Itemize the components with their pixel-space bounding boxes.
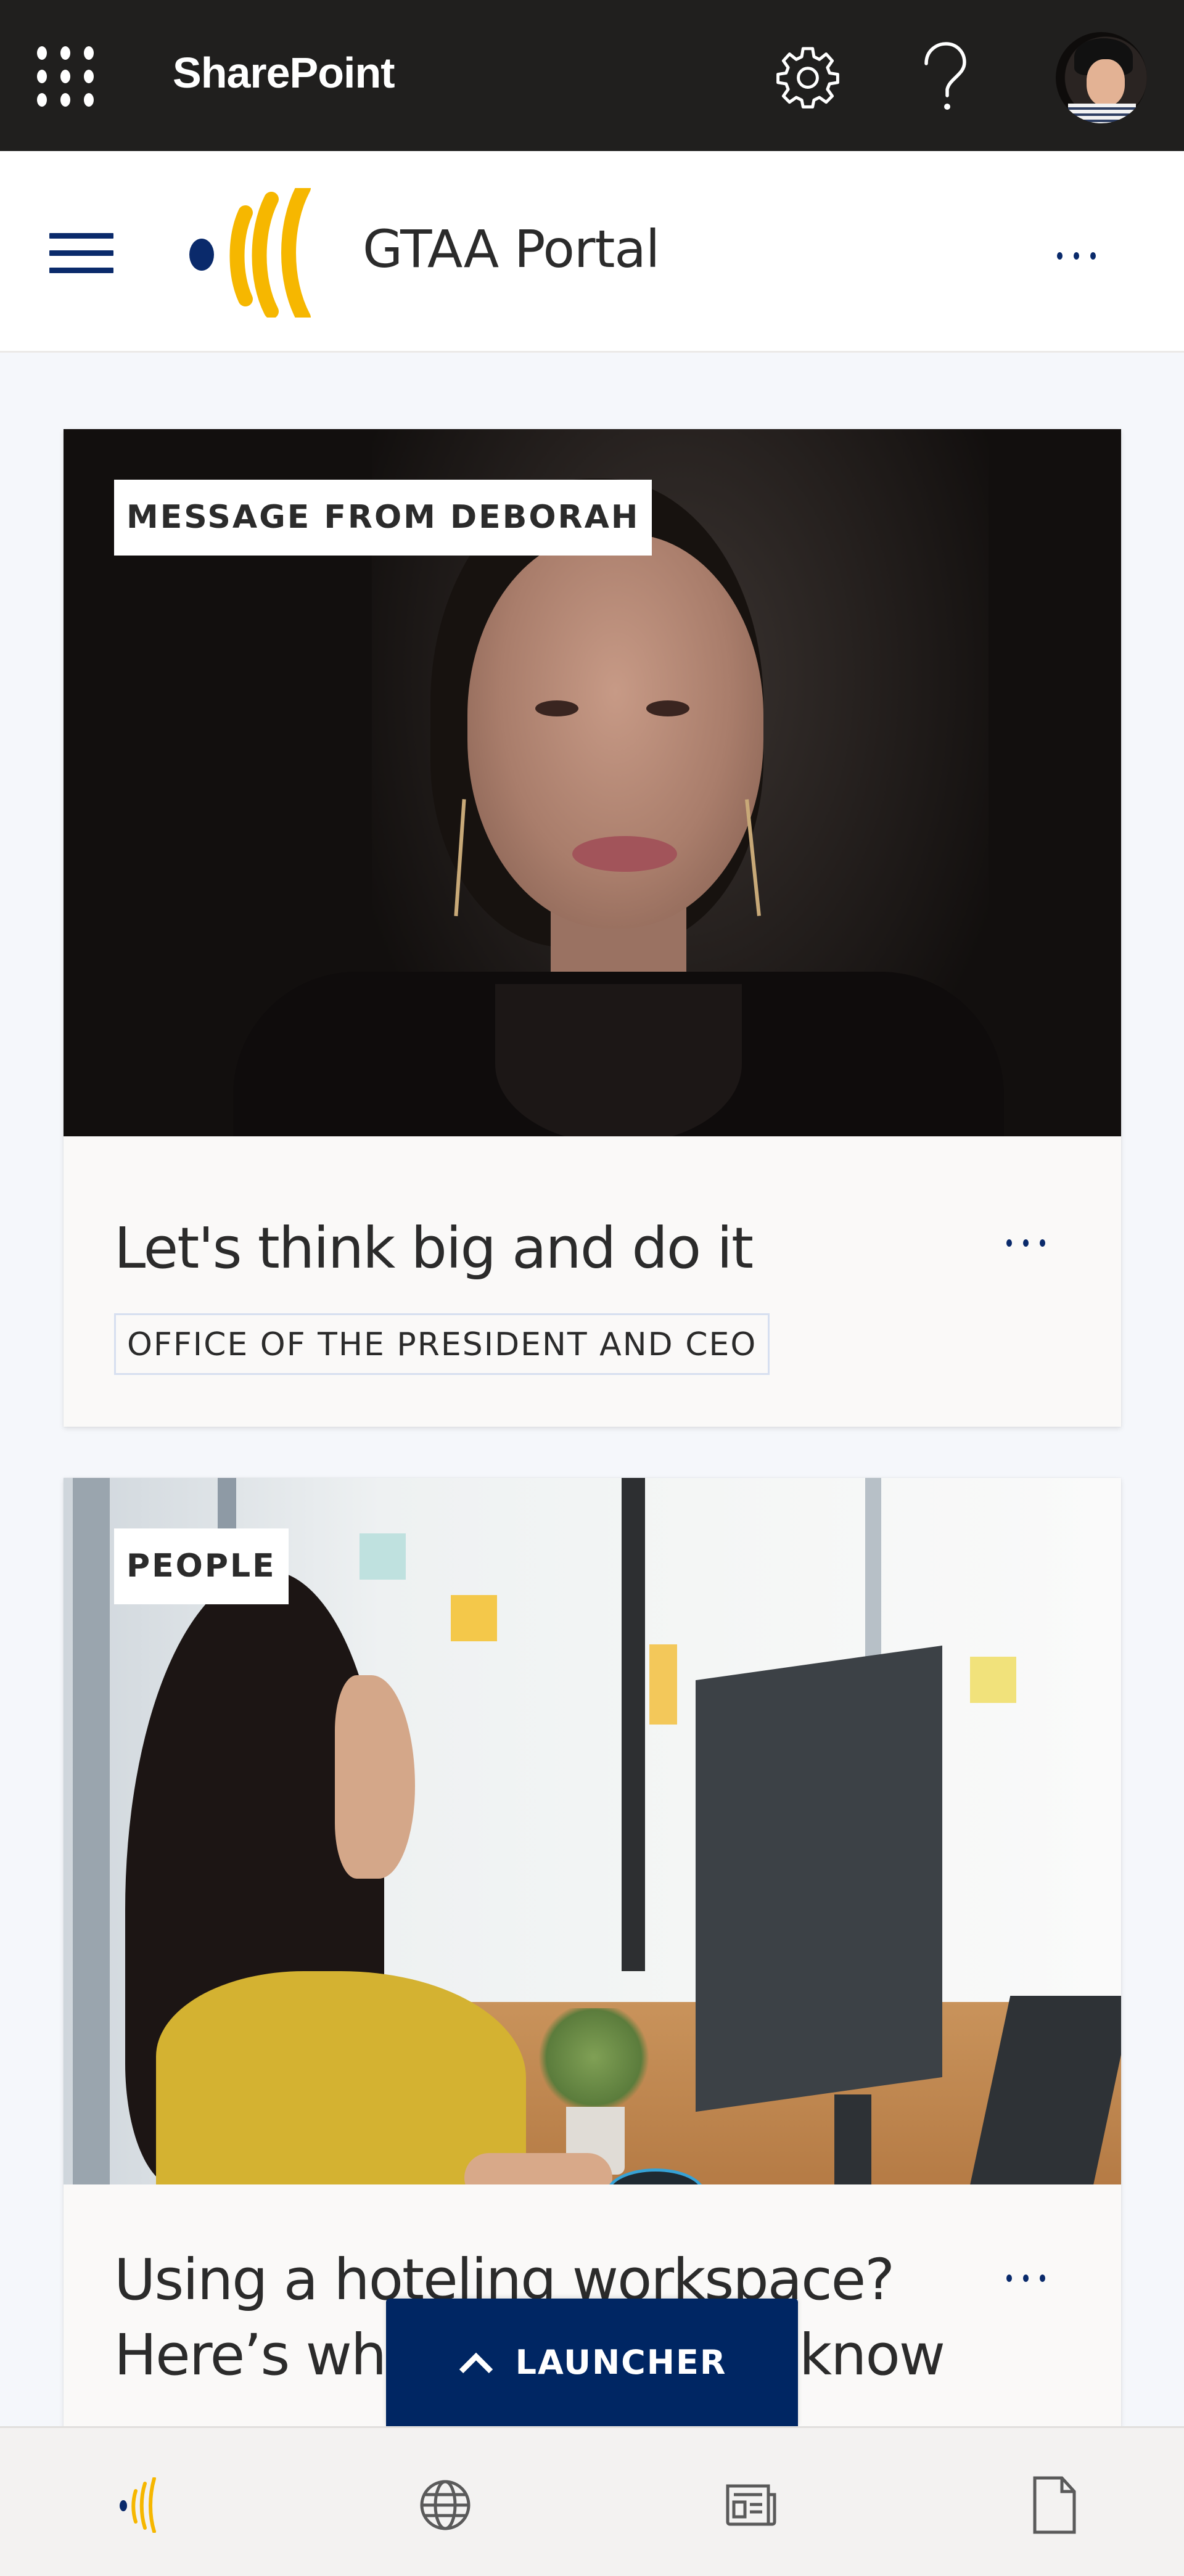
chevron-up-icon: [459, 2352, 493, 2373]
bottom-navigation: [0, 2426, 1184, 2576]
nav-files[interactable]: [1011, 2462, 1098, 2548]
app-name[interactable]: SharePoint: [173, 48, 395, 97]
office-desk-photo: PEOPLE: [64, 1478, 1121, 2184]
more-horizontal-icon: [1006, 1239, 1012, 1247]
newspaper-icon: [726, 2484, 776, 2526]
question-mark-icon: [924, 42, 966, 110]
user-avatar[interactable]: [1056, 32, 1147, 123]
category-label: PEOPLE: [114, 1528, 289, 1604]
news-card[interactable]: MESSAGE FROM DEBORAH Let's think big and…: [64, 429, 1121, 1427]
hamburger-icon: [49, 233, 113, 239]
nav-home[interactable]: [99, 2462, 185, 2548]
news-more-button[interactable]: [989, 2260, 1063, 2297]
more-horizontal-icon: [1006, 2275, 1012, 2282]
nav-news[interactable]: [707, 2462, 794, 2548]
portrait-photo: MESSAGE FROM DEBORAH: [64, 429, 1121, 1136]
nav-sites[interactable]: [402, 2462, 488, 2548]
launcher-button[interactable]: LAUNCHER: [386, 2299, 798, 2426]
navigation-menu-button[interactable]: [49, 233, 113, 273]
document-icon: [1033, 2476, 1076, 2534]
settings-button[interactable]: [774, 43, 842, 111]
waffle-icon: [37, 46, 47, 60]
gtaa-logo-icon: [189, 181, 311, 325]
topic-tag[interactable]: OFFICE OF THE PRESIDENT AND CEO: [114, 1313, 770, 1375]
site-title[interactable]: GTAA Portal: [363, 219, 660, 279]
launcher-label: LAUNCHER: [515, 2343, 727, 2382]
category-label: MESSAGE FROM DEBORAH: [114, 480, 652, 556]
news-title[interactable]: Let's think big and do it: [114, 1211, 977, 1286]
news-card[interactable]: PEOPLE Using a hoteling workspace? Here’…: [64, 1478, 1121, 2427]
help-button[interactable]: [913, 40, 974, 114]
suite-bar: SharePoint: [0, 0, 1184, 151]
globe-icon: [420, 2480, 471, 2530]
site-logo[interactable]: [185, 181, 321, 325]
gear-icon: [776, 47, 839, 109]
site-more-button[interactable]: [1042, 237, 1110, 274]
app-launcher-button[interactable]: [37, 46, 99, 108]
site-header: GTAA Portal: [0, 151, 1184, 353]
gtaa-logo-icon: [120, 2477, 156, 2533]
more-horizontal-icon: [1056, 252, 1063, 260]
news-more-button[interactable]: [989, 1224, 1063, 1261]
